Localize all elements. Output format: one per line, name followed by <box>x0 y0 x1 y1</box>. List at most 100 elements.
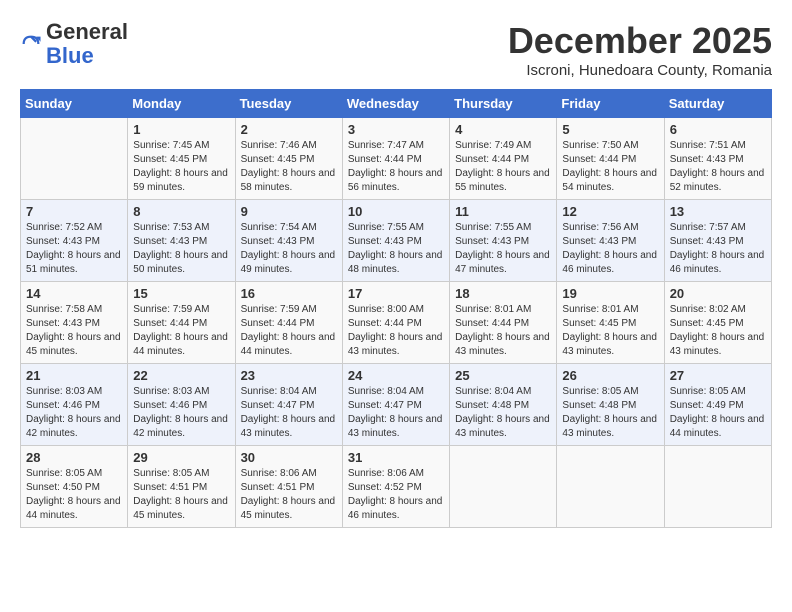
day-info: Sunrise: 7:50 AMSunset: 4:44 PMDaylight:… <box>562 139 658 195</box>
day-info: Sunrise: 7:52 AMSunset: 4:43 PMDaylight:… <box>26 221 122 277</box>
calendar-day-cell <box>664 446 771 528</box>
calendar-day-cell: 22 Sunrise: 8:03 AMSunset: 4:46 PMDayligh… <box>128 364 235 446</box>
calendar-day-cell: 27 Sunrise: 8:05 AMSunset: 4:49 PMDayligh… <box>664 364 771 446</box>
day-number: 16 <box>241 286 337 301</box>
logo-blue-text: Blue <box>46 43 94 68</box>
calendar-day-cell: 3 Sunrise: 7:47 AMSunset: 4:44 PMDaylight… <box>342 118 449 200</box>
calendar-day-cell: 10 Sunrise: 7:55 AMSunset: 4:43 PMDayligh… <box>342 200 449 282</box>
day-number: 29 <box>133 450 229 465</box>
day-info: Sunrise: 8:05 AMSunset: 4:48 PMDaylight:… <box>562 385 658 441</box>
day-number: 17 <box>348 286 444 301</box>
day-info: Sunrise: 8:06 AMSunset: 4:51 PMDaylight:… <box>241 467 337 523</box>
day-number: 20 <box>670 286 766 301</box>
location-title: Iscroni, Hunedoara County, Romania <box>508 62 772 79</box>
calendar-day-cell: 6 Sunrise: 7:51 AMSunset: 4:43 PMDaylight… <box>664 118 771 200</box>
calendar-day-cell <box>450 446 557 528</box>
day-info: Sunrise: 8:03 AMSunset: 4:46 PMDaylight:… <box>26 385 122 441</box>
calendar-day-cell: 28 Sunrise: 8:05 AMSunset: 4:50 PMDayligh… <box>21 446 128 528</box>
day-number: 12 <box>562 204 658 219</box>
day-number: 11 <box>455 204 551 219</box>
calendar-day-cell: 23 Sunrise: 8:04 AMSunset: 4:47 PMDayligh… <box>235 364 342 446</box>
calendar-day-cell: 14 Sunrise: 7:58 AMSunset: 4:43 PMDayligh… <box>21 282 128 364</box>
calendar-day-cell: 17Sunrise: 8:00 AMSunset: 4:44 PMDayligh… <box>342 282 449 364</box>
day-number: 3 <box>348 122 444 137</box>
calendar-day-cell: 31Sunrise: 8:06 AMSunset: 4:52 PMDayligh… <box>342 446 449 528</box>
day-number: 8 <box>133 204 229 219</box>
day-number: 9 <box>241 204 337 219</box>
day-info: Sunrise: 8:04 AMSunset: 4:47 PMDaylight:… <box>348 385 444 441</box>
day-info: Sunrise: 7:59 AMSunset: 4:44 PMDaylight:… <box>241 303 337 359</box>
weekday-header: Tuesday <box>235 90 342 118</box>
day-info: Sunrise: 7:45 AMSunset: 4:45 PMDaylight:… <box>133 139 229 195</box>
day-info: Sunrise: 7:57 AMSunset: 4:43 PMDaylight:… <box>670 221 766 277</box>
weekday-header: Wednesday <box>342 90 449 118</box>
day-number: 4 <box>455 122 551 137</box>
day-number: 28 <box>26 450 122 465</box>
title-area: December 2025 Iscroni, Hunedoara County,… <box>508 20 772 79</box>
weekday-header: Thursday <box>450 90 557 118</box>
day-info: Sunrise: 7:54 AMSunset: 4:43 PMDaylight:… <box>241 221 337 277</box>
calendar-day-cell: 21 Sunrise: 8:03 AMSunset: 4:46 PMDayligh… <box>21 364 128 446</box>
day-info: Sunrise: 8:05 AMSunset: 4:49 PMDaylight:… <box>670 385 766 441</box>
day-number: 23 <box>241 368 337 383</box>
day-number: 5 <box>562 122 658 137</box>
calendar-day-cell: 29 Sunrise: 8:05 AMSunset: 4:51 PMDayligh… <box>128 446 235 528</box>
calendar-week-row: 21 Sunrise: 8:03 AMSunset: 4:46 PMDayligh… <box>21 364 772 446</box>
day-number: 1 <box>133 122 229 137</box>
calendar-day-cell: 8Sunrise: 7:53 AMSunset: 4:43 PMDaylight… <box>128 200 235 282</box>
day-info: Sunrise: 8:05 AMSunset: 4:50 PMDaylight:… <box>26 467 122 523</box>
calendar-week-row: 7 Sunrise: 7:52 AMSunset: 4:43 PMDaylight… <box>21 200 772 282</box>
calendar-week-row: 1 Sunrise: 7:45 AMSunset: 4:45 PMDaylight… <box>21 118 772 200</box>
day-number: 24 <box>348 368 444 383</box>
day-number: 25 <box>455 368 551 383</box>
day-number: 6 <box>670 122 766 137</box>
calendar-day-cell: 7 Sunrise: 7:52 AMSunset: 4:43 PMDaylight… <box>21 200 128 282</box>
calendar-week-row: 14 Sunrise: 7:58 AMSunset: 4:43 PMDayligh… <box>21 282 772 364</box>
weekday-header-row: SundayMondayTuesdayWednesdayThursdayFrid… <box>21 90 772 118</box>
day-info: Sunrise: 8:04 AMSunset: 4:47 PMDaylight:… <box>241 385 337 441</box>
day-number: 27 <box>670 368 766 383</box>
day-info: Sunrise: 8:01 AMSunset: 4:45 PMDaylight:… <box>562 303 658 359</box>
day-number: 10 <box>348 204 444 219</box>
logo: General Blue <box>20 20 128 68</box>
day-number: 18 <box>455 286 551 301</box>
calendar-day-cell: 20 Sunrise: 8:02 AMSunset: 4:45 PMDayligh… <box>664 282 771 364</box>
day-info: Sunrise: 7:55 AMSunset: 4:43 PMDaylight:… <box>348 221 444 277</box>
calendar-day-cell: 16 Sunrise: 7:59 AMSunset: 4:44 PMDayligh… <box>235 282 342 364</box>
weekday-header: Sunday <box>21 90 128 118</box>
day-number: 14 <box>26 286 122 301</box>
calendar-day-cell: 4 Sunrise: 7:49 AMSunset: 4:44 PMDaylight… <box>450 118 557 200</box>
day-info: Sunrise: 8:05 AMSunset: 4:51 PMDaylight:… <box>133 467 229 523</box>
calendar-day-cell: 24 Sunrise: 8:04 AMSunset: 4:47 PMDayligh… <box>342 364 449 446</box>
calendar-day-cell: 2 Sunrise: 7:46 AMSunset: 4:45 PMDaylight… <box>235 118 342 200</box>
calendar-day-cell: 15Sunrise: 7:59 AMSunset: 4:44 PMDayligh… <box>128 282 235 364</box>
calendar-day-cell: 26Sunrise: 8:05 AMSunset: 4:48 PMDayligh… <box>557 364 664 446</box>
day-number: 2 <box>241 122 337 137</box>
calendar-day-cell <box>21 118 128 200</box>
day-info: Sunrise: 7:55 AMSunset: 4:43 PMDaylight:… <box>455 221 551 277</box>
day-info: Sunrise: 8:02 AMSunset: 4:45 PMDaylight:… <box>670 303 766 359</box>
day-info: Sunrise: 7:46 AMSunset: 4:45 PMDaylight:… <box>241 139 337 195</box>
day-info: Sunrise: 8:06 AMSunset: 4:52 PMDaylight:… <box>348 467 444 523</box>
day-number: 7 <box>26 204 122 219</box>
day-info: Sunrise: 7:56 AMSunset: 4:43 PMDaylight:… <box>562 221 658 277</box>
header: General Blue December 2025 Iscroni, Hune… <box>20 20 772 79</box>
calendar-day-cell: 12 Sunrise: 7:56 AMSunset: 4:43 PMDayligh… <box>557 200 664 282</box>
day-info: Sunrise: 7:49 AMSunset: 4:44 PMDaylight:… <box>455 139 551 195</box>
calendar-day-cell: 18 Sunrise: 8:01 AMSunset: 4:44 PMDayligh… <box>450 282 557 364</box>
day-number: 13 <box>670 204 766 219</box>
day-info: Sunrise: 8:03 AMSunset: 4:46 PMDaylight:… <box>133 385 229 441</box>
day-info: Sunrise: 7:58 AMSunset: 4:43 PMDaylight:… <box>26 303 122 359</box>
day-info: Sunrise: 7:47 AMSunset: 4:44 PMDaylight:… <box>348 139 444 195</box>
day-info: Sunrise: 7:51 AMSunset: 4:43 PMDaylight:… <box>670 139 766 195</box>
logo-general-text: General <box>46 19 128 44</box>
day-number: 30 <box>241 450 337 465</box>
day-number: 22 <box>133 368 229 383</box>
day-number: 21 <box>26 368 122 383</box>
day-info: Sunrise: 8:01 AMSunset: 4:44 PMDaylight:… <box>455 303 551 359</box>
calendar-day-cell <box>557 446 664 528</box>
day-info: Sunrise: 7:59 AMSunset: 4:44 PMDaylight:… <box>133 303 229 359</box>
calendar-day-cell: 5 Sunrise: 7:50 AMSunset: 4:44 PMDaylight… <box>557 118 664 200</box>
calendar-week-row: 28 Sunrise: 8:05 AMSunset: 4:50 PMDayligh… <box>21 446 772 528</box>
weekday-header: Monday <box>128 90 235 118</box>
